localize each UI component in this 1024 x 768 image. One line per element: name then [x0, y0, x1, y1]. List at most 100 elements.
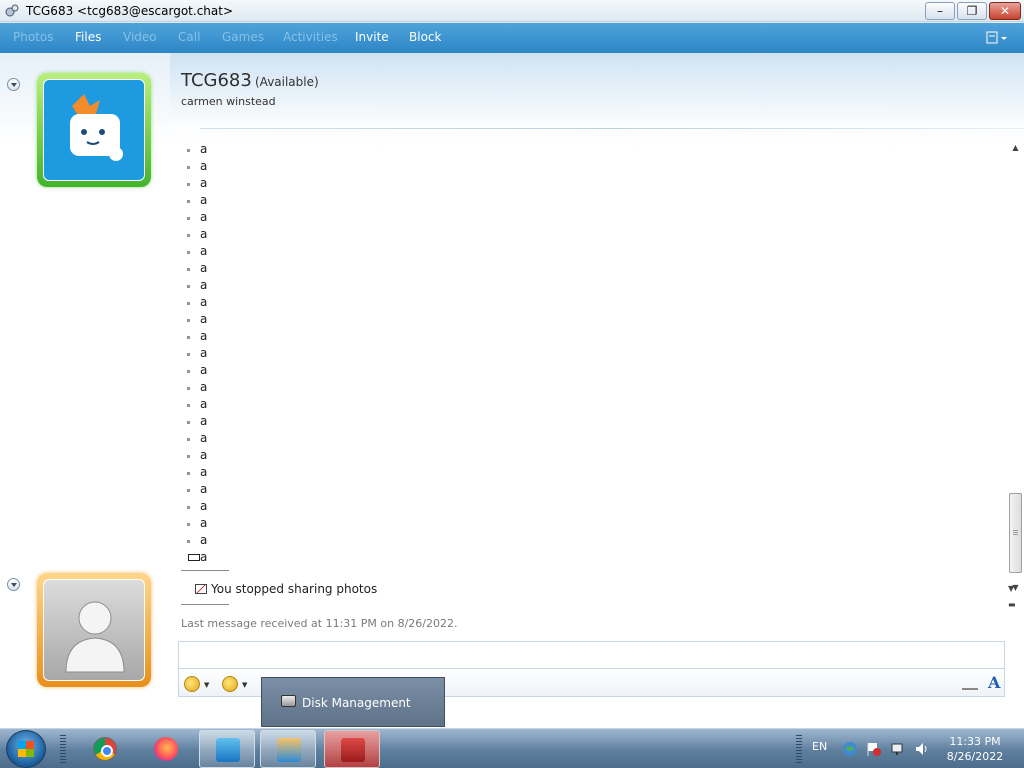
message-line: a: [181, 430, 1001, 447]
scrollbar-thumb[interactable]: [1009, 493, 1022, 573]
user-picture-inner: [43, 579, 145, 681]
message-text: a: [200, 397, 208, 411]
messenger-icon: [277, 738, 301, 762]
message-text: a: [200, 380, 208, 394]
disk-management-item[interactable]: Disk Management: [302, 696, 411, 710]
message-text: a: [200, 312, 208, 326]
message-line: a: [181, 175, 1001, 192]
close-icon: ✕: [999, 4, 1011, 18]
start-button[interactable]: [6, 730, 46, 768]
message-text: a: [200, 159, 208, 173]
menu-invite[interactable]: Invite: [355, 30, 389, 44]
menu-games[interactable]: Games: [222, 30, 264, 44]
last-message-received: Last message received at 11:31 PM on 8/2…: [181, 617, 458, 630]
control-panel-taskbar-button[interactable]: [199, 730, 255, 768]
message-text: a: [200, 516, 208, 530]
conversation-history[interactable]: aaaaaaaaaaaaaaaaaaaaaaaaa: [181, 141, 1001, 611]
close-button[interactable]: ✕: [989, 2, 1021, 20]
maximize-button[interactable]: ❐: [957, 2, 987, 20]
menu-files[interactable]: Files: [75, 30, 101, 44]
contact-status: (Available): [255, 75, 319, 89]
system-message-text: You stopped sharing photos: [211, 582, 378, 596]
clock-time: 11:33 PM: [949, 735, 1001, 748]
message-line: a: [181, 243, 1001, 260]
caret-icon: [188, 554, 200, 561]
computer-management-taskbar-button[interactable]: [324, 730, 380, 768]
taskbar-popup: Disk Management: [261, 677, 445, 727]
options-menu-icon[interactable]: [986, 31, 1008, 45]
conversation-window: TCG683 (Available) carmen winstead aaaaa…: [0, 53, 1024, 730]
conversation-scrollbar[interactable]: ▲ ▼: [1008, 141, 1023, 611]
menu-video[interactable]: Video: [123, 30, 157, 44]
font-icon[interactable]: A: [988, 673, 1000, 692]
message-text: a: [200, 465, 208, 479]
message-text: a: [200, 414, 208, 428]
header-background: [170, 53, 1024, 131]
message-line: a: [181, 447, 1001, 464]
message-line: a: [181, 396, 1001, 413]
smiley-icon[interactable]: [184, 676, 200, 692]
system-clock[interactable]: 11:33 PM 8/26/2022: [932, 734, 1018, 764]
smiley-dropdown-icon[interactable]: ▼: [204, 681, 209, 689]
system-message: You stopped sharing photos: [195, 582, 377, 596]
firefox-icon: [154, 737, 178, 761]
scroll-up-arrow-icon[interactable]: ▲: [1008, 141, 1023, 155]
wink-dropdown-icon[interactable]: ▼: [242, 681, 247, 689]
menu-activities[interactable]: Activities: [283, 30, 338, 44]
contact-display-picture[interactable]: [37, 73, 151, 187]
message-text: a: [200, 448, 208, 462]
taskbar-grip[interactable]: [60, 735, 66, 763]
language-indicator[interactable]: EN: [812, 740, 827, 753]
messenger-taskbar-button[interactable]: [260, 730, 316, 768]
message-text: a: [200, 550, 208, 564]
wink-icon[interactable]: [222, 676, 238, 692]
extra-scroll-arrow-icon[interactable]: ▼: [1008, 584, 1014, 593]
message-text: a: [200, 261, 208, 275]
network-status-icon[interactable]: [890, 741, 906, 757]
message-line: a: [181, 345, 1001, 362]
volume-icon[interactable]: [914, 741, 930, 757]
minimize-icon: –: [937, 4, 943, 18]
pen-icon[interactable]: [962, 676, 978, 690]
message-text: a: [200, 431, 208, 445]
message-line: a: [181, 192, 1001, 209]
minimize-button[interactable]: –: [925, 2, 955, 20]
collapse-user-picture-button[interactable]: [7, 578, 20, 591]
expand-input-icon[interactable]: ▬: [1008, 600, 1016, 609]
message-line: a: [181, 549, 1001, 566]
firefox-taskbar-button[interactable]: [138, 730, 194, 768]
message-line: a: [181, 294, 1001, 311]
message-input[interactable]: [178, 641, 1005, 669]
messenger-app-icon: [5, 4, 19, 17]
message-line: a: [181, 209, 1001, 226]
message-text: a: [200, 346, 208, 360]
chrome-icon: [93, 737, 117, 761]
contact-picture-inner: [43, 79, 145, 181]
chrome-taskbar-button[interactable]: [77, 730, 133, 768]
message-line: a: [181, 158, 1001, 175]
message-line: a: [181, 141, 1001, 158]
message-line: a: [181, 379, 1001, 396]
window-title: TCG683 <tcg683@escargot.chat>: [26, 4, 234, 18]
photo-sharing-icon: [195, 584, 207, 594]
default-user-avatar-icon: [65, 601, 125, 673]
menu-call[interactable]: Call: [178, 30, 200, 44]
message-text: a: [200, 533, 208, 547]
clock-date: 8/26/2022: [946, 750, 1004, 763]
message-line: a: [181, 532, 1001, 549]
collapse-contact-picture-button[interactable]: [7, 78, 20, 91]
user-display-picture[interactable]: [37, 573, 151, 687]
message-line: a: [181, 413, 1001, 430]
network-globe-icon[interactable]: [842, 741, 858, 757]
message-text: a: [200, 278, 208, 292]
cartoon-box-avatar-icon: [70, 94, 123, 161]
menu-photos[interactable]: Photos: [13, 30, 53, 44]
message-text: a: [200, 295, 208, 309]
action-center-flag-icon[interactable]: [866, 741, 882, 757]
contact-personal-message: carmen winstead: [181, 95, 276, 108]
message-text: a: [200, 482, 208, 496]
tray-grip[interactable]: [796, 735, 802, 763]
message-text: a: [200, 142, 208, 156]
menu-block[interactable]: Block: [409, 30, 441, 44]
message-line: a: [181, 260, 1001, 277]
